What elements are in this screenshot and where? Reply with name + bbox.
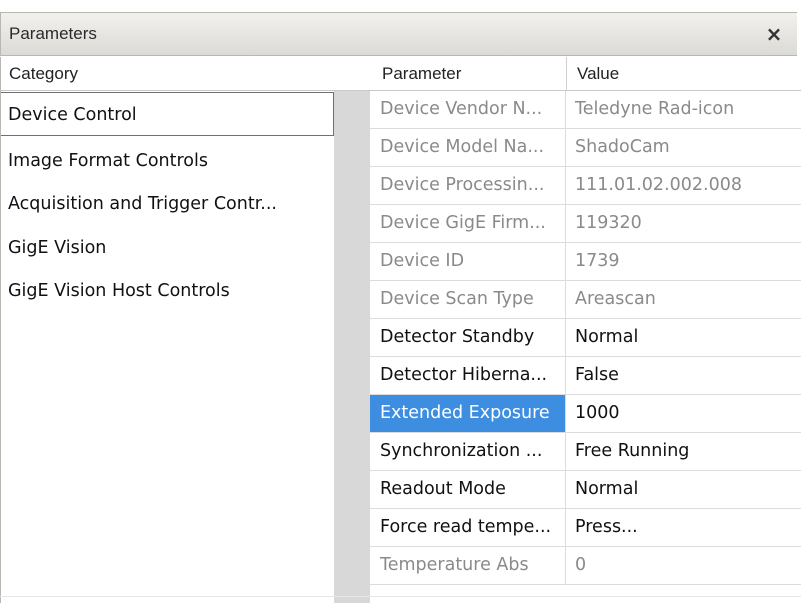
parameter-name[interactable]: Synchronization ...: [370, 433, 566, 470]
category-header-label: Category: [9, 64, 78, 83]
value-header-label: Value: [577, 64, 620, 83]
parameter-row[interactable]: Extended Exposure 1000: [370, 395, 801, 433]
divider: [0, 596, 801, 597]
category-item[interactable]: Image Format Controls: [1, 139, 334, 183]
parameter-value: ShadoCam: [575, 137, 670, 157]
parameter-header-label: Parameter: [382, 64, 462, 83]
parameters-window: Parameters × Category Parameter Value De…: [0, 0, 801, 603]
parameter-row[interactable]: Device ID 1739: [370, 243, 801, 281]
parameter-row[interactable]: Device Model Na... ShadoCam: [370, 129, 801, 167]
parameter-row[interactable]: Device Processin... 111.01.02.002.008: [370, 167, 801, 205]
category-item[interactable]: GigE Vision: [1, 226, 334, 270]
parameter-name[interactable]: Device Scan Type: [370, 281, 566, 318]
category-column-header[interactable]: Category: [0, 57, 334, 91]
parameter-name[interactable]: Extended Exposure: [370, 395, 566, 432]
category-item[interactable]: Device Control: [1, 92, 334, 136]
parameter-name[interactable]: Device ID: [370, 243, 566, 280]
parameter-value: Areascan: [575, 289, 656, 309]
parameter-name[interactable]: Device Model Na...: [370, 129, 566, 166]
parameter-row[interactable]: Device Scan Type Areascan: [370, 281, 801, 319]
parameter-value: 111.01.02.002.008: [575, 175, 742, 195]
category-item[interactable]: Acquisition and Trigger Contr...: [1, 182, 334, 226]
parameter-row[interactable]: Synchronization ... Free Running: [370, 433, 801, 471]
parameter-column-header[interactable]: Parameter: [334, 57, 566, 91]
parameter-row[interactable]: Force read tempe... Press...: [370, 509, 801, 547]
parameter-name[interactable]: Force read tempe...: [370, 509, 566, 546]
parameter-row[interactable]: Readout Mode Normal: [370, 471, 801, 509]
category-list: Device Control Image Format Controls Acqui…: [0, 91, 334, 603]
parameter-value: 1739: [575, 251, 620, 271]
parameter-value[interactable]: False: [566, 357, 801, 394]
parameter-name[interactable]: Detector Hiberna...: [370, 357, 566, 394]
parameter-value[interactable]: Press...: [566, 509, 801, 546]
parameter-value[interactable]: 1000: [566, 395, 801, 432]
parameter-name[interactable]: Temperature Abs: [370, 547, 566, 584]
parameter-value[interactable]: Free Running: [566, 433, 801, 470]
row-selector-gutter: [334, 91, 370, 603]
parameter-row[interactable]: Detector Hiberna... False: [370, 357, 801, 395]
parameter-name[interactable]: Readout Mode: [370, 471, 566, 508]
parameter-name[interactable]: Device Vendor N...: [370, 91, 566, 128]
window-title: Parameters: [9, 24, 97, 43]
parameter-row[interactable]: Device GigE Firm... 119320: [370, 205, 801, 243]
parameter-value[interactable]: Normal: [566, 471, 801, 508]
parameter-row[interactable]: Detector Standby Normal: [370, 319, 801, 357]
parameter-value: Teledyne Rad-icon: [575, 99, 735, 119]
parameter-row[interactable]: Temperature Abs 0: [370, 547, 801, 585]
parameter-row[interactable]: Device Vendor N... Teledyne Rad-icon: [370, 91, 801, 129]
category-item[interactable]: GigE Vision Host Controls: [1, 269, 334, 313]
parameter-name[interactable]: Device GigE Firm...: [370, 205, 566, 242]
parameter-value: 119320: [575, 213, 642, 233]
parameter-grid: Device Vendor N... Teledyne Rad-icon Devic…: [370, 91, 801, 585]
parameter-value: 0: [575, 555, 587, 575]
value-column-header[interactable]: Value: [567, 57, 801, 91]
title-bar: Parameters ×: [0, 12, 797, 56]
parameter-name[interactable]: Device Processin...: [370, 167, 566, 204]
close-icon[interactable]: ×: [761, 19, 787, 49]
parameter-value[interactable]: Normal: [566, 319, 801, 356]
parameter-name[interactable]: Detector Standby: [370, 319, 566, 356]
